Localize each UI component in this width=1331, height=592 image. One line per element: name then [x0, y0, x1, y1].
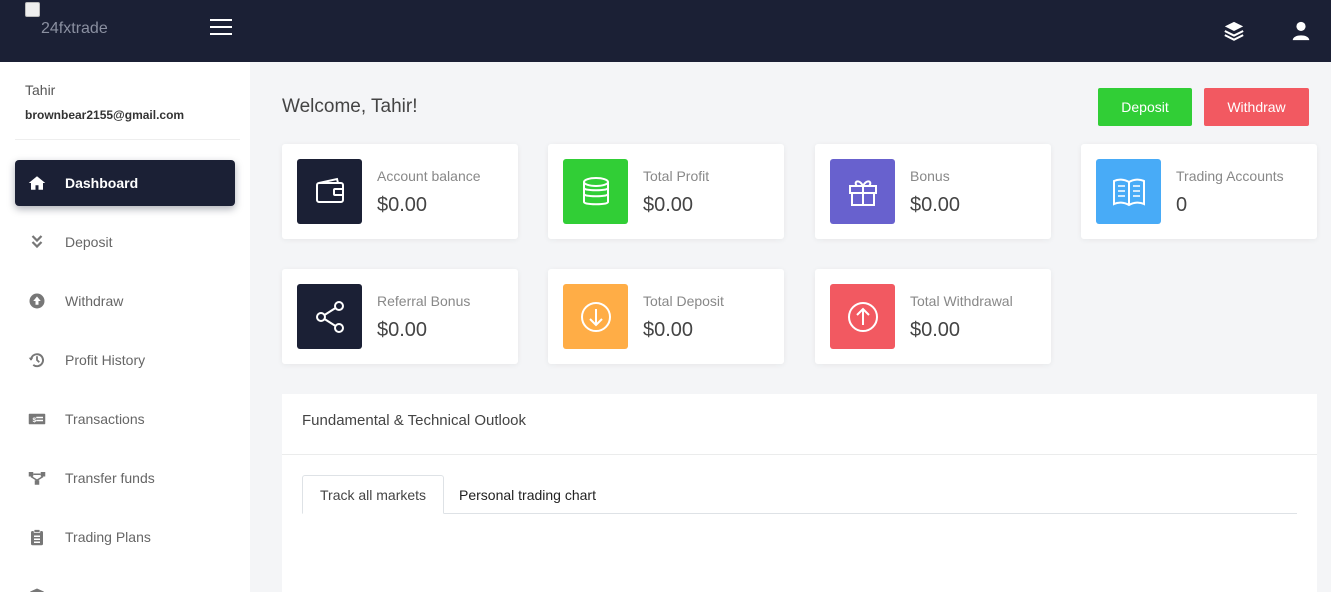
sidebar-item-partial[interactable] — [15, 573, 235, 592]
stat-value: $0.00 — [910, 319, 961, 341]
svg-text:$: $ — [33, 417, 37, 424]
money-bill-icon: $ — [27, 409, 47, 429]
hamburger-icon[interactable] — [210, 19, 232, 39]
welcome-heading: Welcome, Tahir! — [282, 96, 418, 117]
stat-label: Bonus — [910, 168, 950, 184]
user-icon[interactable] — [1290, 20, 1312, 42]
user-profile: Tahir brownbear2155@gmail.com — [25, 82, 184, 122]
user-name: Tahir — [25, 82, 56, 98]
stat-value: $0.00 — [377, 194, 428, 216]
layers-icon[interactable] — [1223, 20, 1245, 42]
logo[interactable]: 24fxtrade — [25, 0, 145, 40]
panel-divider — [282, 454, 1317, 455]
stat-value: $0.00 — [910, 194, 961, 216]
sidebar-divider — [15, 139, 240, 140]
sidebar-item-transfer-funds[interactable]: Transfer funds — [15, 455, 235, 501]
sidebar-item-deposit[interactable]: Deposit — [15, 219, 235, 265]
stat-value: $0.00 — [643, 319, 694, 341]
stat-label: Total Withdrawal — [910, 293, 1013, 309]
wallet-icon — [297, 159, 362, 224]
sidebar-item-transactions[interactable]: $ Transactions — [15, 396, 235, 442]
stat-label: Total Deposit — [643, 293, 724, 309]
stat-label: Total Profit — [643, 168, 710, 184]
panel-title: Fundamental & Technical Outlook — [302, 412, 527, 429]
top-navbar: 24fxtrade — [0, 0, 1331, 62]
stat-label: Account balance — [377, 168, 481, 184]
outlook-panel: Fundamental & Technical Outlook Track al… — [282, 394, 1317, 592]
arrow-up-circle-icon — [830, 284, 895, 349]
coins-icon — [563, 159, 628, 224]
sidebar-item-label: Transfer funds — [65, 470, 155, 486]
withdraw-button[interactable]: Withdraw — [1204, 88, 1309, 126]
deposit-button[interactable]: Deposit — [1098, 88, 1192, 126]
stat-card-trading-accounts: Trading Accounts 0 — [1081, 144, 1317, 239]
stat-label: Referral Bonus — [377, 293, 471, 309]
network-icon — [27, 468, 47, 488]
sidebar: Tahir brownbear2155@gmail.com Dashboard … — [0, 62, 250, 592]
stat-value: 0 — [1176, 194, 1188, 216]
sidebar-item-label: Profit History — [65, 352, 146, 368]
sidebar-item-label: Trading Plans — [65, 529, 151, 545]
stat-card-bonus: Bonus $0.00 — [815, 144, 1051, 239]
stat-card-account-balance: Account balance $0.00 — [282, 144, 518, 239]
clipboard-icon — [27, 527, 47, 547]
history-icon — [27, 350, 47, 370]
stat-value: $0.00 — [643, 194, 694, 216]
stat-label: Trading Accounts — [1176, 168, 1284, 184]
arrow-down-circle-icon — [563, 284, 628, 349]
stat-card-total-withdrawal: Total Withdrawal $0.00 — [815, 269, 1051, 364]
sidebar-item-profit-history[interactable]: Profit History — [15, 337, 235, 383]
logo-alt-text: 24fxtrade — [41, 20, 108, 37]
sidebar-item-label: Withdraw — [65, 293, 124, 309]
tab-track-all-markets[interactable]: Track all markets — [302, 475, 445, 514]
tab-personal-trading-chart[interactable]: Personal trading chart — [442, 475, 613, 514]
arrow-up-circle-icon — [27, 291, 47, 311]
sidebar-item-label: Transactions — [65, 411, 145, 427]
user-email: brownbear2155@gmail.com — [25, 108, 185, 122]
sidebar-item-label: Dashboard — [65, 175, 139, 191]
sidebar-item-label: Deposit — [65, 234, 113, 250]
double-chevron-down-icon — [27, 232, 47, 252]
stat-value: $0.00 — [377, 319, 428, 341]
book-icon — [1096, 159, 1161, 224]
gift-icon — [830, 159, 895, 224]
sidebar-item-withdraw[interactable]: Withdraw — [15, 278, 235, 324]
broken-image-icon — [25, 2, 40, 17]
sidebar-item-trading-plans[interactable]: Trading Plans — [15, 514, 235, 560]
shield-icon — [27, 586, 47, 592]
home-icon — [27, 173, 47, 193]
sidebar-item-dashboard[interactable]: Dashboard — [15, 160, 235, 206]
stat-card-referral-bonus: Referral Bonus $0.00 — [282, 269, 518, 364]
share-icon — [297, 284, 362, 349]
stat-card-total-profit: Total Profit $0.00 — [548, 144, 784, 239]
stat-card-total-deposit: Total Deposit $0.00 — [548, 269, 784, 364]
